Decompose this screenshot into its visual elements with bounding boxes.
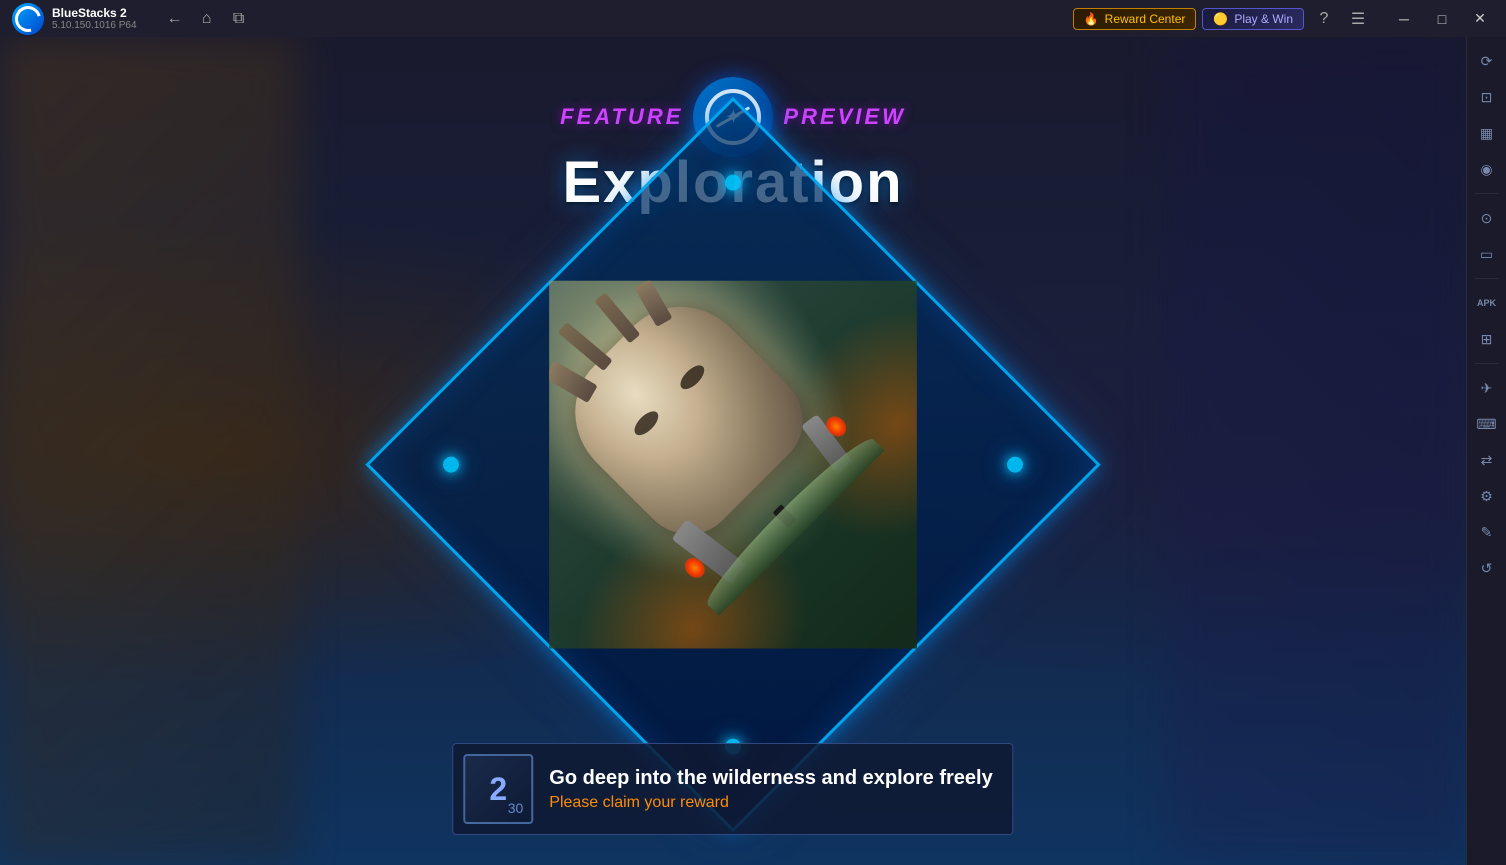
title-bar-nav: ← ⌂ ⧉ <box>161 5 253 33</box>
info-text: Go deep into the wilderness and explore … <box>549 767 992 812</box>
sidebar-divider-3 <box>1475 363 1499 364</box>
sidebar-plane-icon[interactable]: ✈ <box>1471 372 1503 404</box>
corner-right-glow <box>1007 457 1023 473</box>
title-bar-left: BlueStacks 2 5.10.150.1016 P64 ← ⌂ ⧉ <box>0 3 1065 35</box>
sidebar-rotate-icon[interactable]: ⟳ <box>1471 45 1503 77</box>
home-button[interactable]: ⌂ <box>193 5 221 33</box>
minimize-button[interactable]: ─ <box>1386 0 1422 37</box>
app-info: BlueStacks 2 5.10.150.1016 P64 <box>52 6 137 31</box>
sidebar-settings-icon[interactable]: ⚙ <box>1471 480 1503 512</box>
reward-number: 2 <box>489 773 507 805</box>
info-card: 2 30 Go deep into the wilderness and exp… <box>452 743 1013 835</box>
menu-button[interactable]: ☰ <box>1344 5 1372 33</box>
creature-eye-left <box>630 408 662 440</box>
sidebar-screen-icon[interactable]: ⊡ <box>1471 81 1503 113</box>
title-bar-right: 🔥 Reward Center 🟡 Play & Win ? ☰ ─ □ ✕ <box>1065 0 1506 37</box>
sidebar-calendar-icon[interactable]: ▦ <box>1471 117 1503 149</box>
sidebar-swap-icon[interactable]: ⇄ <box>1471 444 1503 476</box>
info-sub-text: Please claim your reward <box>549 794 992 812</box>
bg-blur-left <box>0 37 300 865</box>
sidebar-refresh-icon[interactable]: ↺ <box>1471 552 1503 584</box>
corner-top-glow <box>725 175 741 191</box>
sidebar-apk-icon[interactable]: APK <box>1471 287 1503 319</box>
bg-blur-right <box>1166 37 1466 865</box>
sidebar-video-icon[interactable]: ◉ <box>1471 153 1503 185</box>
back-button[interactable]: ← <box>161 5 189 33</box>
play-win-button[interactable]: 🟡 Play & Win <box>1202 8 1304 30</box>
corner-left-glow <box>443 457 459 473</box>
sidebar-keyboard-icon[interactable]: ⌨ <box>1471 408 1503 440</box>
title-bar: BlueStacks 2 5.10.150.1016 P64 ← ⌂ ⧉ 🔥 R… <box>0 0 1506 37</box>
reward-badge: 2 30 <box>463 754 533 824</box>
right-sidebar: ⟳ ⊡ ▦ ◉ ⊙ ▭ APK ⊞ ✈ ⌨ ⇄ ⚙ ✎ ↺ <box>1466 37 1506 865</box>
coin-icon: 🟡 <box>1213 12 1228 26</box>
sidebar-folder-icon[interactable]: ▭ <box>1471 238 1503 270</box>
info-main-text: Go deep into the wilderness and explore … <box>549 767 992 790</box>
close-button[interactable]: ✕ <box>1462 0 1498 37</box>
maximize-button[interactable]: □ <box>1424 0 1460 37</box>
app-name: BlueStacks 2 <box>52 6 137 20</box>
diamond-container <box>393 125 1073 805</box>
app-version: 5.10.150.1016 P64 <box>52 20 137 31</box>
sidebar-divider-2 <box>1475 278 1499 279</box>
reward-center-label: Reward Center <box>1105 12 1186 26</box>
main-content: Feature Preview Exploration <box>0 37 1466 865</box>
fire-icon: 🔥 <box>1084 12 1099 26</box>
app-logo-icon <box>12 3 44 35</box>
sidebar-brush-icon[interactable]: ✎ <box>1471 516 1503 548</box>
tabs-button[interactable]: ⧉ <box>225 5 253 33</box>
reward-sub: 30 <box>508 800 524 816</box>
sidebar-camera-icon[interactable]: ⊙ <box>1471 202 1503 234</box>
sidebar-screenshot-icon[interactable]: ⊞ <box>1471 323 1503 355</box>
sidebar-divider-1 <box>1475 193 1499 194</box>
help-button[interactable]: ? <box>1310 5 1338 33</box>
play-win-label: Play & Win <box>1234 12 1293 26</box>
window-controls: ─ □ ✕ <box>1386 0 1498 37</box>
reward-center-button[interactable]: 🔥 Reward Center <box>1073 8 1197 30</box>
creature-eye-right <box>676 362 708 394</box>
